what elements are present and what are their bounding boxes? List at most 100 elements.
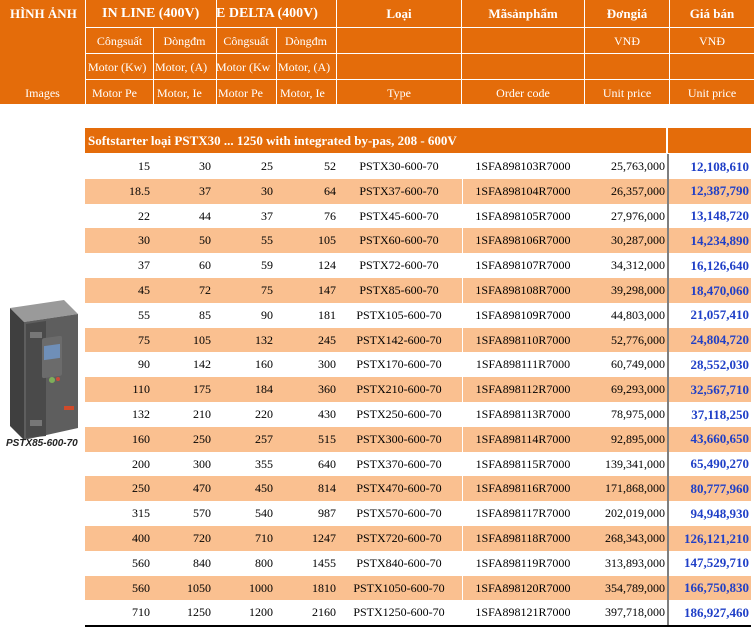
cell-unit: 268,343,000 (605, 531, 665, 545)
cell-pe2: 1200 (249, 605, 273, 620)
row-separator (462, 178, 463, 204)
cell-unit: 26,357,000 (611, 183, 665, 198)
cell-pe: 75 (138, 332, 150, 347)
row-separator (667, 377, 669, 403)
row-separator (667, 228, 669, 254)
row-separator (667, 302, 669, 328)
cell-type: PSTX1050-600-70 (353, 580, 445, 595)
row-separator (462, 154, 463, 179)
cell-pe2: 25 (261, 159, 273, 173)
cell-ie2: 2160 (312, 605, 336, 620)
cell-code: 1SFA898107R7000 (475, 258, 571, 273)
cell-pe2: 160 (255, 357, 273, 372)
cell-unit: 60,749,000 (611, 357, 665, 372)
header-current-inline: Dòngđm (163, 34, 206, 48)
cell-unit: 25,763,000 (611, 159, 665, 173)
cell-type: PSTX60-600-70 (359, 233, 439, 248)
row-separator (462, 476, 463, 502)
cell-type: PSTX85-600-70 (359, 283, 439, 297)
cell-sale: 16,126,640 (690, 257, 750, 273)
cell-ie2: 181 (318, 307, 336, 322)
cell-pe2: 132 (255, 332, 273, 347)
table-row: 200 300 355 640 PSTX370-600-70 1SFA898115R700… (85, 451, 751, 477)
cell-ie: 50 (199, 233, 211, 248)
header-images-en: Images (25, 85, 60, 100)
row-separator (462, 352, 463, 378)
header-unit-price-en: Unit price (602, 85, 652, 100)
row-separator (667, 327, 669, 353)
cell-ie2: 245 (318, 332, 336, 347)
cell-type: PSTX1250-600-70 (353, 605, 445, 620)
row-separator (462, 550, 463, 576)
cell-ie: 570 (193, 506, 211, 521)
cell-sale: 12,387,790 (690, 183, 750, 199)
cell-ie: 30 (199, 159, 211, 173)
cell-ie: 105 (193, 332, 211, 347)
cell-pe2: 257 (255, 431, 273, 446)
cell-sale: 126,121,210 (684, 530, 749, 546)
table-row: 55 85 90 181 PSTX105-600-70 1SFA898109R7000 44… (85, 302, 751, 328)
cell-pe2: 59 (261, 258, 273, 273)
cell-ie2: 360 (318, 382, 336, 397)
cell-unit: 354,789,000 (605, 580, 665, 595)
cell-unit: 69,293,000 (611, 382, 665, 397)
cell-type: PSTX72-600-70 (359, 258, 439, 273)
row-separator (462, 526, 463, 551)
row-separator (667, 526, 669, 551)
cell-code: 1SFA898112R7000 (475, 382, 571, 397)
cell-pe2: 710 (255, 531, 273, 545)
cell-code: 1SFA898104R7000 (475, 183, 571, 198)
cell-pe: 55 (138, 307, 150, 322)
cell-unit: 139,341,000 (605, 456, 665, 471)
cell-code: 1SFA898113R7000 (475, 407, 571, 421)
cell-unit: 30,287,000 (611, 233, 665, 248)
cell-sale: 13,148,720 (690, 208, 750, 224)
cell-code: 1SFA898120R7000 (475, 580, 571, 595)
cell-pe2: 55 (261, 233, 273, 248)
cell-ie: 44 (199, 208, 211, 223)
cell-ie2: 300 (318, 357, 336, 372)
cell-type: PSTX470-600-70 (356, 481, 442, 496)
cell-ie2: 430 (318, 407, 336, 421)
row-separator (462, 203, 463, 229)
table-row: 15 30 25 52 PSTX30-600-70 1SFA898103R7000 25,7… (85, 154, 751, 179)
table-row: 160 250 257 515 PSTX300-600-70 1SFA898114R700… (85, 426, 751, 452)
cell-sale: 21,057,410 (690, 307, 750, 323)
table-row: 18.5 37 30 64 PSTX37-600-70 1SFA898104R7000 26… (85, 178, 751, 204)
cell-ie2: 640 (318, 456, 336, 471)
row-separator (462, 377, 463, 403)
cell-unit: 27,976,000 (611, 208, 665, 223)
cell-unit: 202,019,000 (605, 506, 665, 521)
row-separator (667, 402, 669, 427)
cell-ie: 60 (199, 258, 211, 273)
cell-code: 1SFA898108R7000 (475, 283, 571, 297)
header-motor-a-inline: Motor, (A) (155, 60, 208, 74)
row-separator (667, 352, 669, 378)
cell-pe2: 220 (255, 407, 273, 421)
cell-type: PSTX210-600-70 (356, 382, 442, 397)
section-title-price-cell (668, 128, 751, 153)
header-currency-sale: VNĐ (699, 34, 725, 48)
table-row: 22 44 37 76 PSTX45-600-70 1SFA898105R7000 27,9… (85, 203, 751, 229)
cell-pe2: 355 (255, 456, 273, 471)
header-grid-v8 (669, 0, 670, 104)
cell-pe: 560 (132, 580, 150, 595)
cell-pe2: 37 (261, 208, 273, 223)
row-separator (667, 203, 669, 229)
cell-ie2: 1810 (312, 580, 336, 595)
cell-ie: 470 (193, 481, 211, 496)
cell-pe2: 1000 (249, 580, 273, 595)
cell-ie2: 1455 (312, 555, 336, 570)
cell-sale: 147,529,710 (684, 555, 749, 571)
cell-unit: 78,975,000 (611, 407, 665, 421)
table-row: 710 1250 1200 2160 PSTX1250-600-70 1SFA898121… (85, 600, 751, 626)
header-motor-kw-delta: Motor (Kw (216, 60, 271, 74)
cell-ie: 142 (193, 357, 211, 372)
cell-pe2: 90 (261, 307, 273, 322)
cell-pe: 315 (132, 506, 150, 521)
row-separator (462, 451, 463, 477)
table-row: 560 840 800 1455 PSTX840-600-70 1SFA898119R70… (85, 550, 751, 576)
cell-pe2: 540 (255, 506, 273, 521)
cell-pe: 15 (138, 159, 150, 173)
table-row: 132 210 220 430 PSTX250-600-70 1SFA898113R700… (85, 402, 751, 427)
